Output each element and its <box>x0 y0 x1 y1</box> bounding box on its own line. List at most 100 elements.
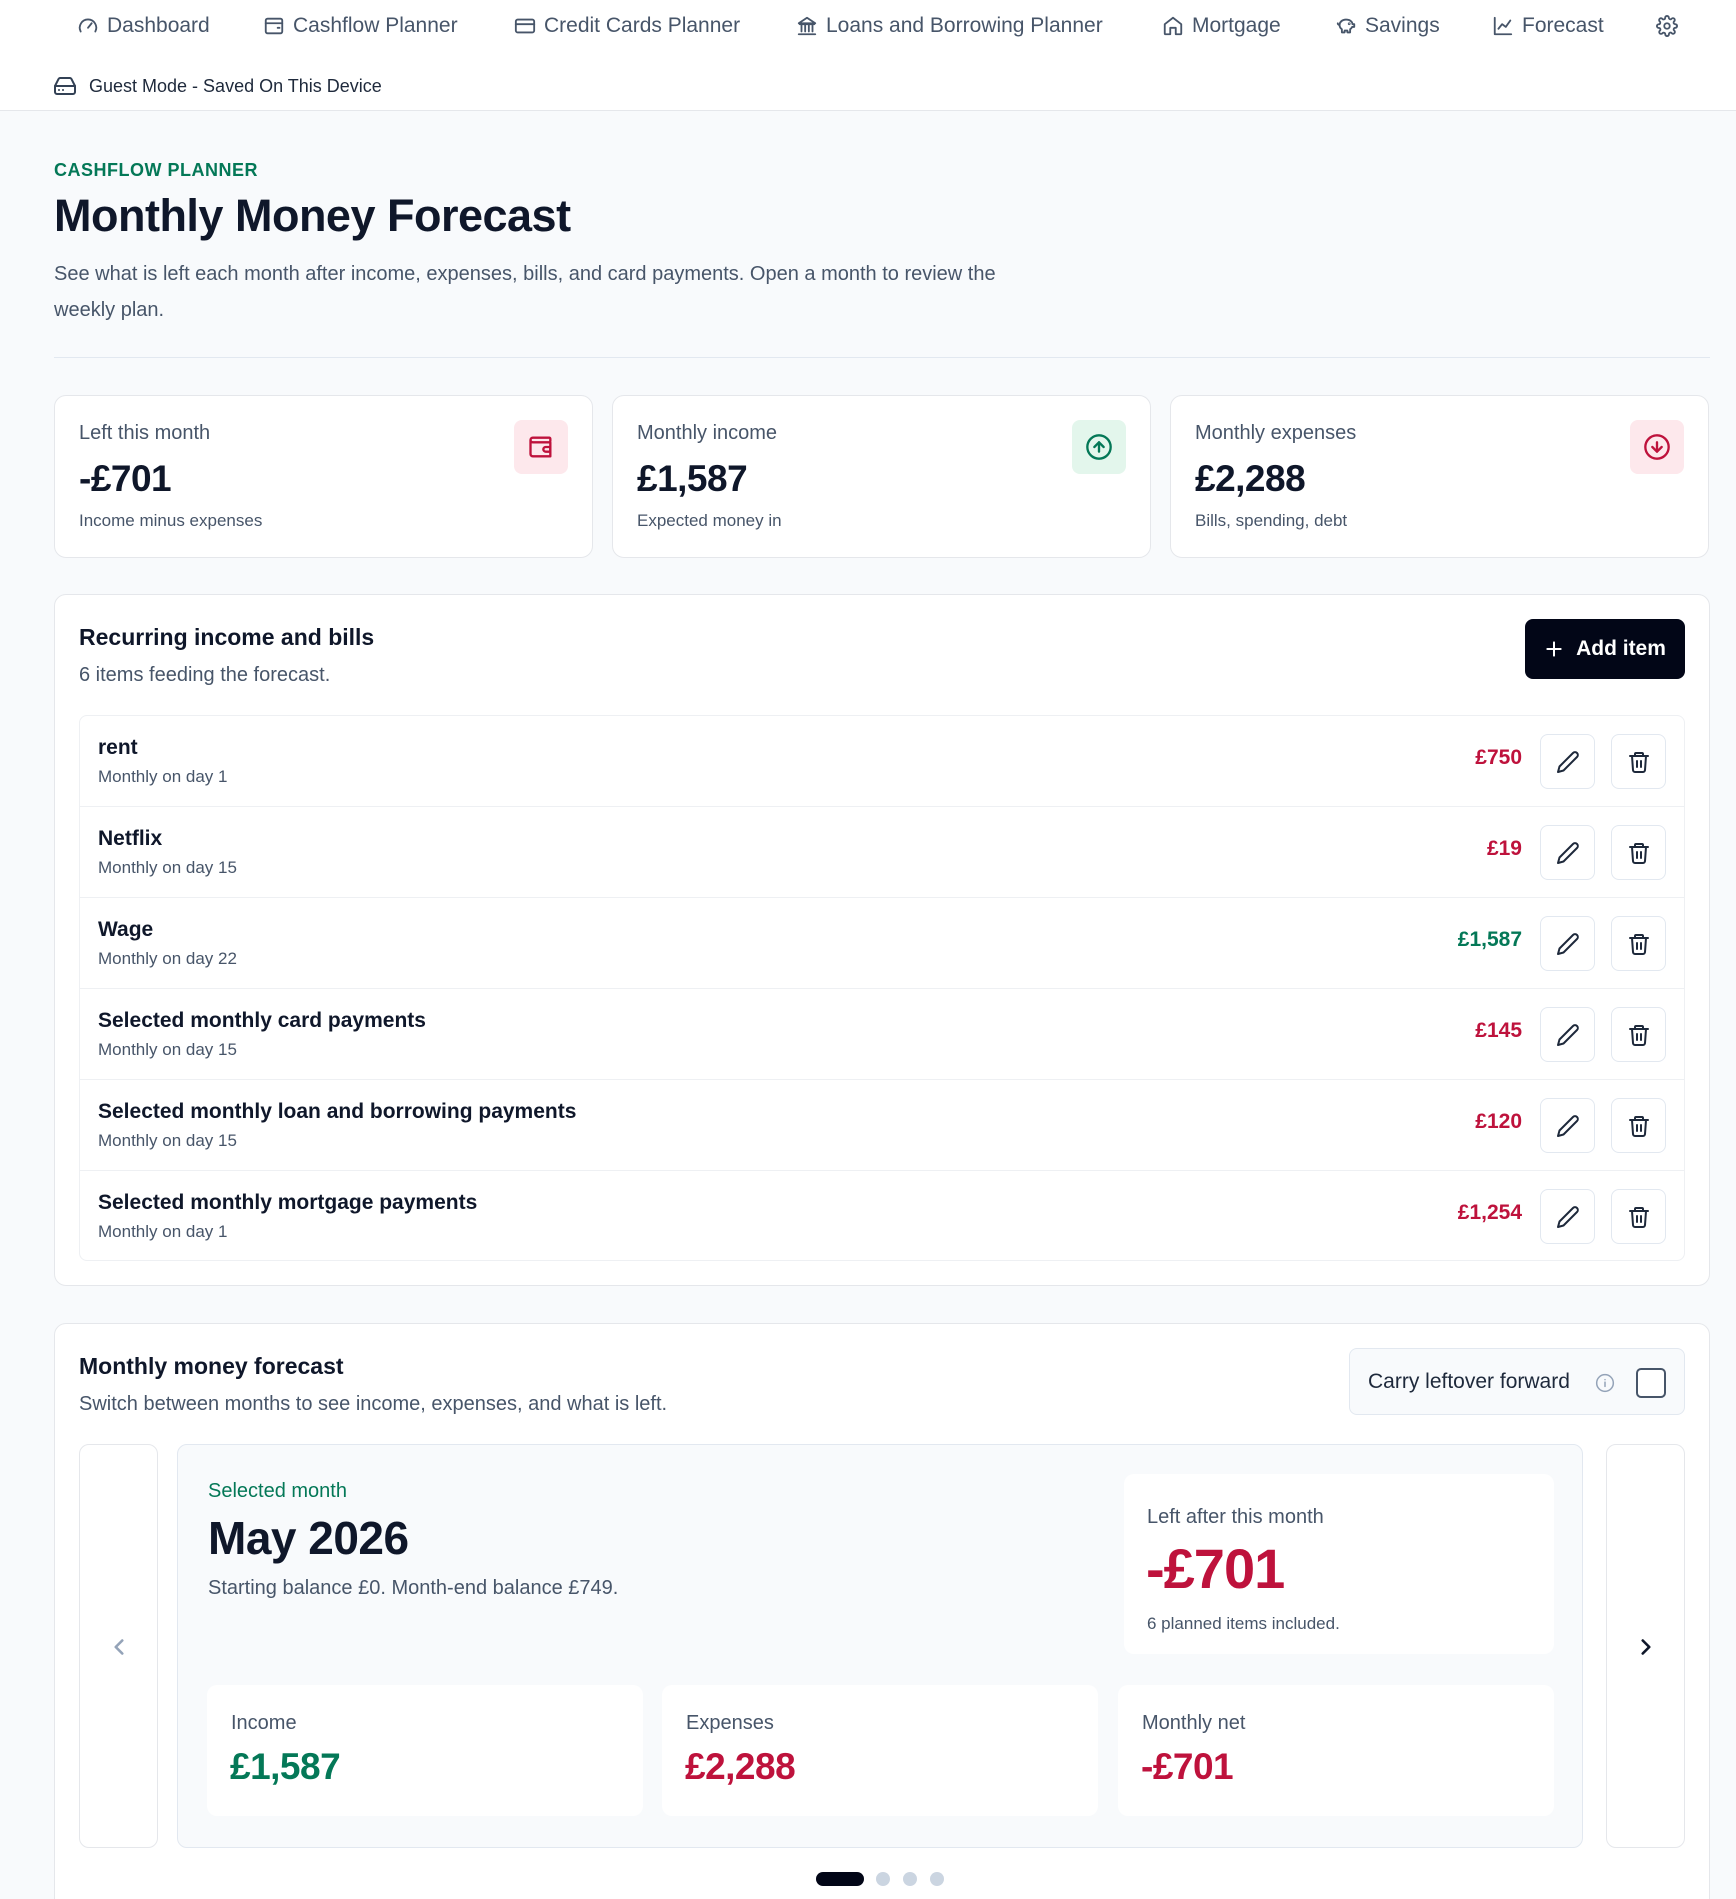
edit-button[interactable] <box>1540 916 1595 971</box>
pencil-icon <box>1556 750 1579 773</box>
delete-button[interactable] <box>1611 825 1666 880</box>
recurring-items-panel: Recurring income and bills 6 items feedi… <box>54 594 1710 1286</box>
guest-mode-indicator[interactable]: Guest Mode - Saved On This Device <box>53 73 382 99</box>
nav-item-label: Loans and Borrowing Planner <box>826 14 1103 37</box>
carry-leftover-toggle[interactable]: Carry leftover forward <box>1349 1348 1685 1415</box>
delete-button[interactable] <box>1611 734 1666 789</box>
stat-value: -£701 <box>79 458 172 499</box>
delete-button[interactable] <box>1611 1007 1666 1062</box>
edit-button[interactable] <box>1540 734 1595 789</box>
stat-icon-badge <box>1630 420 1684 474</box>
pagination-dot[interactable] <box>903 1872 917 1886</box>
stat-label: Left this month <box>79 422 211 444</box>
pagination-dot[interactable] <box>876 1872 890 1886</box>
pagination-dot[interactable] <box>930 1872 944 1886</box>
monthly-net-value: -£701 <box>1141 1746 1234 1787</box>
nav-item-label: Dashboard <box>107 14 210 37</box>
panel-subtitle: Switch between months to see income, exp… <box>79 1393 668 1415</box>
delete-button[interactable] <box>1611 1189 1666 1244</box>
nav-item-label: Savings <box>1365 14 1440 37</box>
delete-button[interactable] <box>1611 916 1666 971</box>
settings-button[interactable] <box>1656 13 1678 39</box>
page-eyebrow: CASHFLOW PLANNER <box>54 160 258 180</box>
monthly-net-summary-card: Monthly net -£701 <box>1118 1685 1554 1816</box>
month-pagination <box>816 1870 1016 1886</box>
edit-button[interactable] <box>1540 1098 1595 1153</box>
edit-button[interactable] <box>1540 1007 1595 1062</box>
monthly-net-label: Monthly net <box>1142 1712 1246 1734</box>
list-item: rent Monthly on day 1 £750 <box>80 716 1684 807</box>
previous-month-button[interactable] <box>79 1444 158 1848</box>
stat-card-monthly-income: Monthly income £1,587 Expected money in <box>612 395 1151 558</box>
carry-leftover-checkbox[interactable] <box>1636 1368 1666 1398</box>
item-amount: £145 <box>1475 1019 1522 1042</box>
pencil-icon <box>1556 841 1579 864</box>
month-balance-description: Starting balance £0. Month-end balance £… <box>208 1577 619 1599</box>
panel-title: Recurring income and bills <box>79 624 375 650</box>
trash-icon <box>1628 1206 1649 1228</box>
expenses-summary-card: Expenses £2,288 <box>662 1685 1098 1816</box>
edit-button[interactable] <box>1540 825 1595 880</box>
list-item: Selected monthly card payments Monthly o… <box>80 989 1684 1080</box>
left-after-month-label: Left after this month <box>1147 1506 1324 1528</box>
item-schedule: Monthly on day 1 <box>98 1222 228 1241</box>
stat-label: Monthly expenses <box>1195 422 1357 444</box>
nav-item-cashflow-planner[interactable]: Cashflow Planner <box>263 13 458 39</box>
main-nav: Dashboard Cashflow Planner Credit Cards … <box>0 0 1736 52</box>
house-icon <box>1163 16 1183 36</box>
bank-icon <box>797 16 817 36</box>
item-amount: £120 <box>1475 1110 1522 1133</box>
item-amount: £1,254 <box>1457 1201 1522 1224</box>
pencil-icon <box>1556 932 1579 955</box>
nav-item-loans-planner[interactable]: Loans and Borrowing Planner <box>796 13 1103 39</box>
item-schedule: Monthly on day 1 <box>98 767 228 786</box>
list-item: Netflix Monthly on day 15 £19 <box>80 807 1684 898</box>
selected-month-title: May 2026 <box>208 1512 409 1564</box>
top-navigation-bar: Dashboard Cashflow Planner Credit Cards … <box>0 0 1736 111</box>
pencil-icon <box>1556 1205 1579 1228</box>
nav-item-label: Mortgage <box>1192 14 1281 37</box>
stat-value: £1,587 <box>637 458 748 499</box>
stat-value: £2,288 <box>1195 458 1306 499</box>
selected-month-card: Selected month May 2026 Starting balance… <box>177 1444 1583 1848</box>
edit-button[interactable] <box>1540 1189 1595 1244</box>
guest-mode-label: Guest Mode - Saved On This Device <box>89 75 382 96</box>
chevron-left-icon <box>114 1639 124 1655</box>
arrow-up-circle-icon <box>1086 434 1112 460</box>
nav-item-mortgage[interactable]: Mortgage <box>1162 13 1281 39</box>
credit-card-icon <box>514 18 536 34</box>
nav-item-savings[interactable]: Savings <box>1335 13 1440 39</box>
next-month-button[interactable] <box>1606 1444 1685 1848</box>
plus-icon <box>1546 641 1562 657</box>
trash-icon <box>1628 1024 1649 1046</box>
gauge-icon <box>78 18 98 33</box>
nav-item-dashboard[interactable]: Dashboard <box>77 13 210 39</box>
item-name: Selected monthly loan and borrowing paym… <box>98 1100 577 1123</box>
add-item-button[interactable]: Add item <box>1525 619 1685 679</box>
nav-item-credit-cards-planner[interactable]: Credit Cards Planner <box>514 13 740 39</box>
selected-month-label: Selected month <box>208 1480 347 1502</box>
nav-item-label: Credit Cards Planner <box>544 14 741 37</box>
monthly-forecast-panel: Monthly money forecast Switch between mo… <box>54 1323 1710 1899</box>
stat-card-left-this-month: Left this month -£701 Income minus expen… <box>54 395 593 558</box>
item-amount: £19 <box>1486 837 1522 860</box>
nav-item-label: Forecast <box>1522 14 1604 37</box>
page-description: See what is left each month after income… <box>54 263 996 321</box>
wallet-icon <box>529 436 552 458</box>
stat-subtitle: Income minus expenses <box>79 511 263 530</box>
item-name: Wage <box>98 918 154 941</box>
pagination-dot-active[interactable] <box>816 1872 864 1886</box>
wallet-icon <box>264 17 284 35</box>
list-item: Selected monthly mortgage payments Month… <box>80 1171 1684 1260</box>
item-name: Selected monthly card payments <box>98 1009 426 1032</box>
trash-icon <box>1628 751 1649 773</box>
info-icon[interactable] <box>1595 1373 1615 1393</box>
arrow-down-circle-icon <box>1644 434 1670 460</box>
recurring-items-list: rent Monthly on day 1 £750 Netflix Month… <box>79 715 1685 1261</box>
item-name: Selected monthly mortgage payments <box>98 1191 478 1214</box>
nav-item-forecast[interactable]: Forecast <box>1492 13 1604 39</box>
stat-subtitle: Bills, spending, debt <box>1195 511 1348 530</box>
panel-subtitle: 6 items feeding the forecast. <box>79 664 331 686</box>
delete-button[interactable] <box>1611 1098 1666 1153</box>
left-after-month-card: Left after this month -£701 6 planned it… <box>1124 1474 1554 1654</box>
